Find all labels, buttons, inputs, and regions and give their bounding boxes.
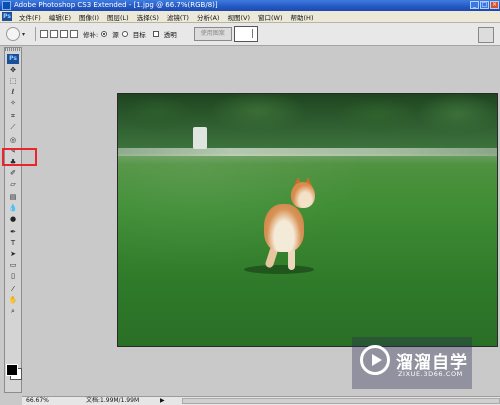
dog-shadow (244, 265, 314, 274)
menu-image[interactable]: 图像(I) (75, 12, 103, 22)
maximize-button[interactable]: □ (480, 1, 489, 9)
palette-well-button[interactable] (478, 27, 494, 43)
dodge-tool-icon[interactable]: ● (7, 215, 19, 224)
dog-head (291, 182, 315, 208)
eraser-tool-icon[interactable]: ▱ (7, 180, 19, 189)
toolbox: Ps ✥ ⬚ ℓ ✧ ⌗ ⟋ ◎ ✎ ♣ ✐ ▱ ▤ 💧 ● ✒ T ➤ ▭ ▯ ⁄ ✋ ⌕ (4, 47, 22, 393)
dog-body (264, 204, 304, 252)
park-path (118, 148, 497, 156)
crop-tool-icon[interactable]: ⌗ (7, 112, 19, 121)
menu-edit[interactable]: 编辑(E) (45, 12, 75, 22)
menu-filter[interactable]: 滤镜(T) (163, 12, 193, 22)
eyedropper-tool-icon[interactable]: ⁄ (7, 285, 19, 294)
hand-tool-icon[interactable]: ✋ (7, 296, 19, 305)
magic-wand-tool-icon[interactable]: ✧ (7, 99, 19, 108)
menu-file[interactable]: 文件(F) (15, 12, 45, 22)
notes-tool-icon[interactable]: ▯ (7, 272, 19, 281)
horizontal-scrollbar[interactable] (182, 398, 500, 404)
use-pattern-button[interactable]: 使用图案 (193, 27, 232, 41)
lasso-tool-icon[interactable]: ℓ (7, 88, 19, 97)
source-radio[interactable] (101, 31, 108, 37)
photoshop-app-icon (2, 1, 11, 10)
transparent-checkbox[interactable] (152, 31, 159, 37)
subtract-selection-mode-button[interactable] (60, 30, 69, 38)
blur-tool-icon[interactable]: 💧 (7, 204, 19, 213)
foreground-color-swatch[interactable] (6, 364, 18, 376)
new-selection-mode-button[interactable] (40, 30, 49, 38)
menu-analysis[interactable]: 分析(A) (193, 12, 224, 22)
intersect-selection-mode-button[interactable] (70, 30, 79, 38)
ps-logo-icon: Ps (2, 12, 12, 21)
menu-help[interactable]: 帮助(H) (287, 12, 318, 22)
toolbox-grip[interactable] (5, 48, 21, 51)
tool-list: ✥ ⬚ ℓ ✧ ⌗ ⟋ ◎ ✎ ♣ ✐ ▱ ▤ 💧 ● ✒ T ➤ ▭ ▯ ⁄ ✋ ⌕ (5, 66, 21, 316)
source-label: 源 (112, 31, 119, 39)
tool-preset-picker[interactable] (6, 27, 20, 41)
tree-line (118, 94, 497, 154)
play-logo-icon (360, 345, 390, 375)
title-bar: Adobe Photoshop CS3 Extended - [1.jpg @ … (0, 0, 500, 11)
window-controls: _ □ × (470, 1, 499, 9)
window-title: Adobe Photoshop CS3 Extended - [1.jpg @ … (14, 1, 218, 9)
menu-select[interactable]: 选择(S) (133, 12, 163, 22)
chevron-down-icon[interactable]: ▾ (22, 31, 25, 38)
path-selection-icon[interactable]: ➤ (7, 250, 19, 259)
history-brush-icon[interactable]: ✐ (7, 169, 19, 178)
marquee-tool-icon[interactable]: ⬚ (7, 77, 19, 86)
patch-label: 修补: (83, 31, 99, 39)
type-tool-icon[interactable]: T (7, 239, 19, 248)
move-tool-icon[interactable]: ✥ (7, 66, 19, 75)
park-sign (193, 127, 207, 149)
menu-window[interactable]: 窗口(W) (254, 12, 287, 22)
target-radio[interactable] (121, 31, 128, 37)
divider (35, 27, 37, 41)
close-button[interactable]: × (490, 1, 499, 9)
options-bar: ▾ 修补: 源 目标 透明 使用图案 (0, 23, 500, 46)
menu-layer[interactable]: 图层(L) (103, 12, 133, 22)
shape-tool-icon[interactable]: ▭ (7, 261, 19, 270)
pattern-picker[interactable] (233, 26, 258, 42)
watermark-url: ZIXUE.3D66.COM (398, 370, 463, 378)
patch-tool-highlight (2, 148, 37, 166)
transparent-label: 透明 (163, 31, 177, 39)
ps-badge: Ps (7, 54, 19, 64)
menu-bar: Ps 文件(F) 编辑(E) 图像(I) 图层(L) 选择(S) 滤镜(T) 分… (0, 11, 500, 23)
target-label: 目标 (132, 31, 146, 39)
add-selection-mode-button[interactable] (50, 30, 59, 38)
pen-tool-icon[interactable]: ✒ (7, 228, 19, 237)
document-canvas[interactable] (117, 93, 498, 347)
gradient-tool-icon[interactable]: ▤ (7, 193, 19, 202)
slice-tool-icon[interactable]: ⟋ (7, 123, 19, 132)
minimize-button[interactable]: _ (470, 1, 479, 9)
patch-tool-icon[interactable]: ◎ (7, 136, 19, 145)
zoom-tool-icon[interactable]: ⌕ (7, 307, 19, 316)
menu-view[interactable]: 视图(V) (223, 12, 254, 22)
